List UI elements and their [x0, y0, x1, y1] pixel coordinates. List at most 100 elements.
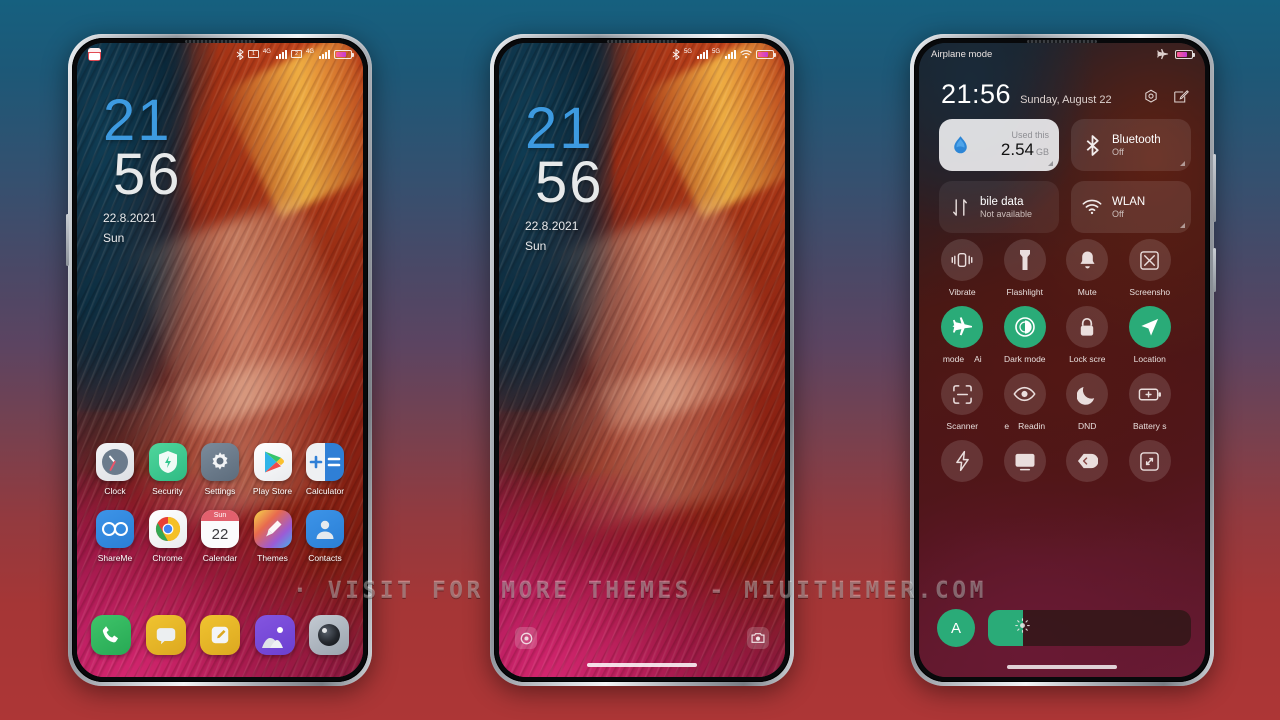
battery-icon	[756, 49, 776, 59]
earpiece-speaker	[607, 40, 677, 43]
toggle-mute[interactable]: Mute	[1056, 239, 1119, 297]
gallery-image-icon[interactable]	[254, 615, 295, 655]
tile-subtitle: Not available	[980, 208, 1033, 219]
app-label: Calculator	[305, 486, 345, 496]
clock-icon	[96, 443, 134, 481]
volume-button[interactable]	[66, 214, 69, 266]
toggle-label: Scanner	[946, 421, 979, 431]
toggle-label: Screensho	[1129, 287, 1171, 297]
toggle-second-space[interactable]	[1056, 440, 1119, 488]
app-security[interactable]: Security	[142, 443, 194, 496]
airplane-icon	[941, 306, 984, 348]
app-label: Calendar	[202, 553, 238, 563]
phone-1-screen: 1 4G 2 4G 21 56 22.8.2021 Sun Clock Secu…	[77, 43, 363, 677]
brightness-slider[interactable]	[988, 610, 1191, 646]
status-bar: 5G 5G	[499, 43, 785, 65]
toggle-location[interactable]: Location	[1119, 306, 1182, 364]
toggle-label: Flashlight	[1006, 287, 1043, 297]
tile-subtitle: Off	[1112, 208, 1124, 219]
app-themes[interactable]: Themes	[247, 510, 299, 563]
toggle-quick-charge[interactable]	[931, 440, 994, 488]
message-icon[interactable]	[145, 615, 186, 655]
calendar-weekday: Sun	[201, 510, 239, 521]
home-indicator[interactable]	[587, 663, 697, 667]
app-row-1: Clock Security Settings Play Store Calcu…	[89, 443, 351, 496]
fullscreen-icon	[1128, 440, 1171, 482]
toggle-fullscreen[interactable]	[1119, 440, 1182, 488]
settings-gear-icon[interactable]	[1143, 89, 1159, 105]
calendar-icon: Sun 22	[201, 510, 239, 548]
clock-hours: 21	[525, 96, 594, 161]
toggle-lock-screen[interactable]: Lock scre	[1056, 306, 1119, 364]
battery-icon	[334, 49, 354, 59]
status-bar: 1 4G 2 4G	[77, 43, 363, 65]
expand-corner-icon[interactable]	[1048, 161, 1053, 166]
signal-strength-icon-1	[275, 49, 287, 59]
notes-pencil-icon[interactable]	[200, 615, 240, 655]
edit-pencil-icon[interactable]	[1173, 89, 1189, 105]
toggle-screenshot[interactable]: Screensho	[1119, 239, 1182, 297]
calculator-icon	[306, 443, 344, 481]
calendar-notification-icon	[88, 47, 101, 61]
phone-1-home-screen: 1 4G 2 4G 21 56 22.8.2021 Sun Clock Secu…	[66, 34, 372, 686]
data-usage-tile[interactable]: Used this 2.54 GB	[939, 119, 1059, 171]
mobile-data-tile[interactable]: bile data Not available	[939, 181, 1059, 233]
toggle-airplane-mode[interactable]: mode Ai	[931, 306, 994, 364]
camera-lens-icon[interactable]	[309, 615, 349, 655]
app-calendar[interactable]: Sun 22 Calendar	[194, 510, 246, 563]
app-clock[interactable]: Clock	[89, 443, 141, 496]
wifi-icon	[1081, 196, 1103, 218]
sun-icon	[1015, 618, 1030, 638]
toggle-cast[interactable]	[994, 440, 1057, 488]
toggle-scanner[interactable]: Scanner	[931, 373, 994, 431]
gear-icon	[201, 443, 239, 481]
toggle-flashlight[interactable]: Flashlight	[994, 239, 1057, 297]
app-play-store[interactable]: Play Store	[247, 443, 299, 496]
contrast-icon	[1003, 306, 1046, 348]
power-button[interactable]	[1213, 248, 1216, 292]
app-grid: Clock Security Settings Play Store Calcu…	[77, 443, 363, 577]
bluetooth-tile[interactable]: Bluetooth Off	[1071, 119, 1191, 171]
scanner-frame-icon	[941, 373, 984, 415]
camera-icon[interactable]	[747, 627, 769, 649]
toggle-vibrate[interactable]: Vibrate	[931, 239, 994, 297]
toggle-label: e Readin	[1004, 421, 1045, 431]
auto-brightness-button[interactable]: A	[937, 609, 975, 647]
toggle-label: mode Ai	[943, 354, 982, 364]
expand-corner-icon[interactable]	[1180, 161, 1185, 166]
network-type-label-2: 4G	[305, 48, 314, 55]
clock-weekday: Sun	[525, 239, 547, 253]
app-chrome[interactable]: Chrome	[142, 510, 194, 563]
app-contacts[interactable]: Contacts	[299, 510, 351, 563]
toggle-dark-mode[interactable]: Dark mode	[994, 306, 1057, 364]
volume-button[interactable]	[1213, 154, 1216, 222]
toggle-label: Dark mode	[1003, 354, 1046, 364]
clock-minutes: 56	[113, 142, 182, 207]
app-settings[interactable]: Settings	[194, 443, 246, 496]
wlan-tile[interactable]: WLAN Off	[1071, 181, 1191, 233]
vibrate-icon	[941, 239, 984, 281]
home-indicator[interactable]	[1007, 665, 1117, 669]
bluetooth-icon	[236, 48, 244, 60]
phone-bezel: Airplane mode 21:56 Sunday, August 22 Us…	[914, 38, 1210, 682]
chrome-icon	[148, 510, 187, 548]
toggle-reading-mode[interactable]: e Readin	[994, 373, 1057, 431]
app-label: Security	[152, 486, 183, 496]
clock-date: 22.8.2021	[103, 211, 157, 225]
toggle-dnd[interactable]: DND	[1056, 373, 1119, 431]
app-calculator[interactable]: Calculator	[299, 443, 351, 496]
toggle-label-text: mode	[942, 354, 965, 364]
app-shareme[interactable]: ShareMe	[89, 510, 141, 563]
expand-corner-icon[interactable]	[1180, 223, 1185, 228]
phone-handset-icon[interactable]	[91, 615, 131, 655]
cc-time: 21:56	[941, 79, 1012, 109]
data-arrows-icon	[949, 196, 971, 218]
toggle-battery-saver[interactable]: Battery s	[1119, 373, 1182, 431]
screenshot-icon	[1128, 239, 1171, 281]
bell-icon	[1066, 239, 1109, 281]
torch-ring-icon[interactable]	[515, 627, 537, 649]
toggle-label: Location	[1133, 354, 1166, 364]
data-value: 2.54	[1000, 140, 1034, 159]
app-row-2: ShareMe Chrome Sun 22 Calendar Themes Co…	[89, 510, 351, 563]
tile-title: Bluetooth	[1112, 133, 1161, 146]
